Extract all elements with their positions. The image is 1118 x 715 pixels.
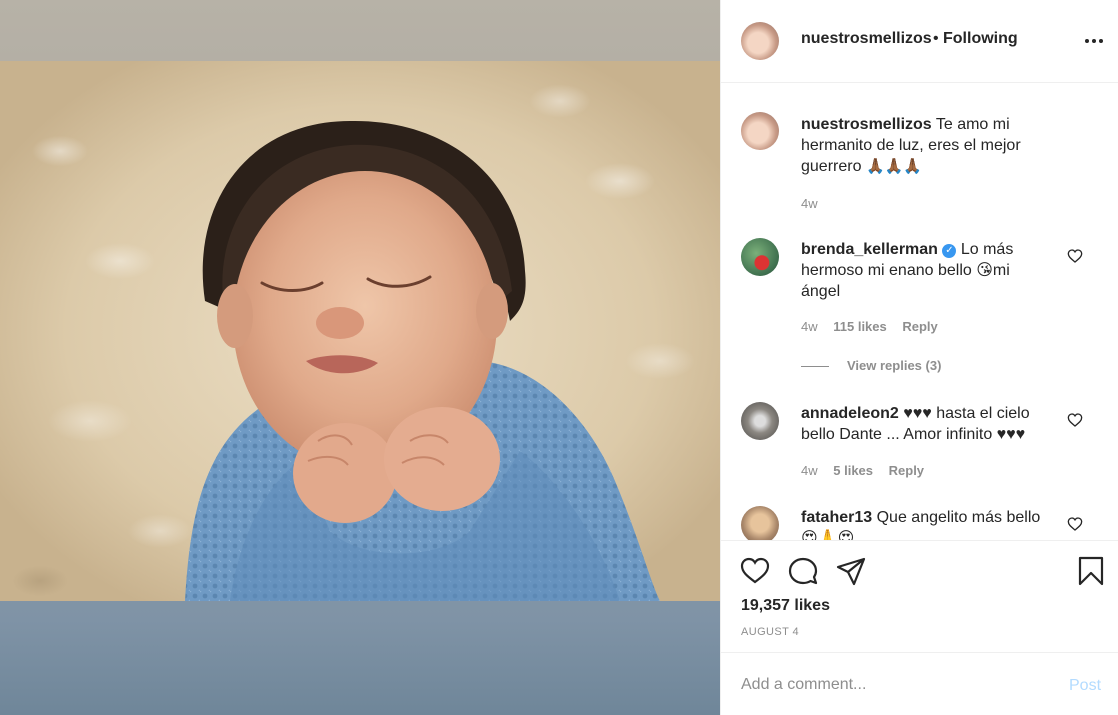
comment-input[interactable] bbox=[741, 671, 1041, 699]
comment-likes[interactable]: 5 likes bbox=[833, 463, 873, 478]
comment-text: annadeleon2 ♥♥♥ hasta el cielo bello Dan… bbox=[801, 403, 1051, 445]
comment-emoji: 😍🙏😍 bbox=[801, 530, 855, 540]
caption-text: nuestrosmellizos Te amo mi hermanito de … bbox=[801, 114, 1051, 177]
newborn-baby-illustration bbox=[185, 120, 660, 601]
reply-button[interactable]: Reply bbox=[889, 463, 924, 478]
comment-meta: 4w 5 likes Reply bbox=[801, 463, 936, 478]
commenter-avatar[interactable] bbox=[741, 238, 779, 276]
post-comment-button[interactable]: Post bbox=[1069, 677, 1101, 695]
likes-count[interactable]: 19,357 likes bbox=[741, 597, 830, 615]
commenter-avatar[interactable] bbox=[741, 506, 779, 540]
comment-icon[interactable] bbox=[787, 555, 819, 587]
post-photo[interactable] bbox=[0, 61, 720, 601]
comment-text: brenda_kellerman ✓ Lo más hermoso mi ena… bbox=[801, 239, 1051, 302]
comment-username[interactable]: annadeleon2 bbox=[801, 405, 899, 422]
share-icon[interactable] bbox=[835, 555, 867, 587]
comment-username[interactable]: fataher13 bbox=[801, 509, 872, 526]
following-button[interactable]: Following bbox=[943, 30, 1018, 48]
post-media-pane bbox=[0, 0, 720, 715]
replies-divider bbox=[801, 366, 829, 368]
caption-username[interactable]: nuestrosmellizos bbox=[801, 116, 932, 133]
post-date[interactable]: AUGUST 4 bbox=[741, 626, 799, 638]
comment-likes[interactable]: 115 likes bbox=[833, 319, 887, 334]
more-options-icon[interactable] bbox=[1083, 30, 1105, 52]
caption-time[interactable]: 4w bbox=[801, 196, 818, 211]
caption-avatar[interactable] bbox=[741, 112, 779, 150]
commenter-avatar[interactable] bbox=[741, 402, 779, 440]
bookmark-icon[interactable] bbox=[1075, 555, 1107, 587]
view-replies-label: View replies (3) bbox=[847, 358, 942, 373]
comment-body: Que angelito más bello bbox=[876, 509, 1041, 526]
post-sidebar: nuestrosmellizos • Following nuestrosmel… bbox=[720, 0, 1118, 715]
comment-time[interactable]: 4w bbox=[801, 463, 818, 478]
comments-list[interactable]: nuestrosmellizos Te amo mi hermanito de … bbox=[721, 84, 1118, 540]
comment-username[interactable]: brenda_kellerman bbox=[801, 241, 938, 258]
owner-avatar[interactable] bbox=[741, 22, 779, 60]
caption-meta: 4w bbox=[801, 196, 830, 211]
caption-emoji: 🙏🏾🙏🏾🙏🏾 bbox=[865, 158, 922, 175]
comment-like-heart-icon[interactable] bbox=[1067, 516, 1083, 532]
heart-icon[interactable] bbox=[739, 555, 771, 587]
reply-button[interactable]: Reply bbox=[902, 319, 937, 334]
view-replies-button[interactable]: View replies (3) bbox=[801, 358, 941, 373]
post-actions: 19,357 likes AUGUST 4 bbox=[721, 540, 1118, 652]
comment-emoji: 😘 bbox=[976, 262, 993, 279]
comment-text: fataher13 Que angelito más bello 😍🙏😍 bbox=[801, 507, 1061, 540]
post-header: nuestrosmellizos • Following bbox=[721, 0, 1118, 83]
add-comment-bar: Post bbox=[721, 652, 1118, 715]
comment-like-heart-icon[interactable] bbox=[1067, 412, 1083, 428]
comment-time[interactable]: 4w bbox=[801, 319, 818, 334]
separator-dot: • bbox=[933, 30, 939, 47]
header-username[interactable]: nuestrosmellizos bbox=[801, 30, 932, 48]
comment-like-heart-icon[interactable] bbox=[1067, 248, 1083, 264]
comment-meta: 4w 115 likes Reply bbox=[801, 319, 950, 334]
verified-badge-icon: ✓ bbox=[942, 244, 957, 258]
